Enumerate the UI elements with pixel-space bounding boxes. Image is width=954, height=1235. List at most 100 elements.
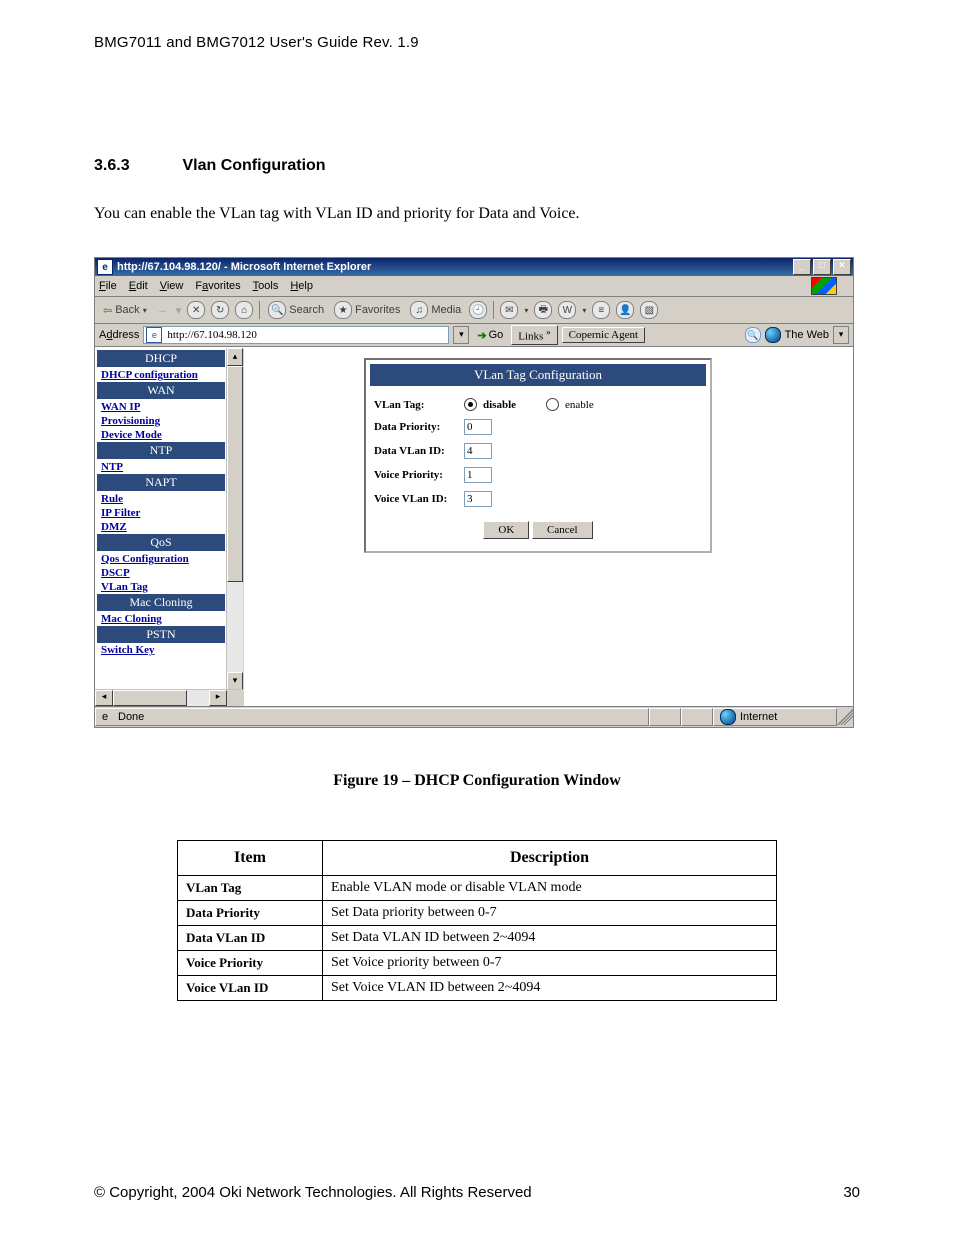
cell-item: VLan Tag — [178, 876, 323, 901]
search-icon: 🔍 — [268, 301, 286, 319]
th-item: Item — [178, 841, 323, 876]
forward-button[interactable]: → — [155, 304, 170, 316]
nav-header: PSTN — [97, 626, 225, 643]
status-done: Done — [118, 711, 144, 723]
media-icon: ♫ — [410, 301, 428, 319]
scroll-thumb[interactable] — [227, 366, 243, 582]
mail-icon[interactable]: ✉ — [500, 301, 518, 319]
row-data-priority: Data Priority: — [366, 415, 710, 439]
toolbar-separator — [493, 301, 494, 319]
input-data-priority[interactable] — [464, 419, 492, 435]
status-seg-empty — [681, 708, 713, 726]
menu-favorites[interactable]: Favorites — [195, 280, 240, 292]
cancel-button[interactable]: Cancel — [532, 521, 593, 539]
minimize-button[interactable]: _ — [793, 259, 811, 275]
edit-icon[interactable]: W — [558, 301, 576, 319]
maximize-button[interactable]: □ — [813, 259, 831, 275]
button-row: OK Cancel — [366, 521, 710, 539]
resize-grip-icon[interactable] — [837, 709, 853, 725]
page-icon: e — [146, 327, 162, 343]
table-row: Voice PrioritySet Voice priority between… — [178, 951, 777, 976]
nav-link[interactable]: WAN IP — [95, 400, 227, 414]
nav-header: DHCP — [97, 350, 225, 367]
label-data-vlan: Data VLan ID: — [374, 445, 458, 457]
history-icon[interactable]: 🕘 — [469, 301, 487, 319]
address-field-wrap[interactable]: e — [143, 326, 449, 344]
print-icon[interactable]: 🖶 — [534, 301, 552, 319]
menu-tools[interactable]: Tools — [253, 280, 279, 292]
favorites-button[interactable]: ★Favorites — [332, 301, 402, 319]
ok-button[interactable]: OK — [483, 521, 529, 539]
cell-item: Voice Priority — [178, 951, 323, 976]
input-data-vlan[interactable] — [464, 443, 492, 459]
figure-caption: Figure 19 – DHCP Configuration Window — [94, 772, 860, 790]
close-button[interactable]: × — [833, 259, 851, 275]
doc-header: BMG7011 and BMG7012 User's Guide Rev. 1.… — [94, 34, 860, 51]
main-pane: VLan Tag Configuration VLan Tag: disable… — [244, 348, 853, 706]
messenger-icon[interactable]: 👤 — [616, 301, 634, 319]
toolbar-separator — [259, 301, 260, 319]
theweb-dropdown[interactable]: ▾ — [833, 326, 849, 344]
scroll-down-icon[interactable]: ▾ — [227, 672, 243, 690]
menu-edit[interactable]: Edit — [129, 280, 148, 292]
scroll-left-icon[interactable]: ◂ — [95, 690, 113, 706]
radio-enable[interactable] — [546, 398, 559, 411]
label-voice-vlan: Voice VLan ID: — [374, 493, 458, 505]
nav-link[interactable]: DHCP configuration — [95, 368, 227, 382]
extra-icon[interactable]: ▧ — [640, 301, 658, 319]
favorites-icon: ★ — [334, 301, 352, 319]
menu-file[interactable]: File — [99, 280, 117, 292]
home-icon[interactable]: ⌂ — [235, 301, 253, 319]
nav-link[interactable]: VLan Tag — [95, 580, 227, 594]
windows-logo-icon — [811, 277, 837, 295]
theweb-label: The Web — [785, 329, 829, 341]
nav-header: NAPT — [97, 474, 225, 491]
scroll-right-icon[interactable]: ▸ — [209, 690, 227, 706]
input-voice-vlan[interactable] — [464, 491, 492, 507]
globe-icon — [720, 709, 736, 725]
scroll-track[interactable] — [113, 690, 209, 706]
go-button[interactable]: ➔Go — [473, 329, 507, 342]
scroll-corner — [227, 690, 243, 706]
media-button[interactable]: ♫Media — [408, 301, 463, 319]
title-bar: e http://67.104.98.120/ - Microsoft Inte… — [95, 258, 853, 276]
sidebar-hscrollbar[interactable]: ◂ ▸ — [95, 689, 243, 706]
address-bar: Address e ▾ ➔Go Links » Copernic Agent 🔍… — [95, 324, 853, 347]
go-icon: ➔ — [477, 329, 486, 342]
search-magnifier-icon[interactable]: 🔍 — [745, 327, 761, 343]
back-button[interactable]: ⇦Back▾ — [101, 304, 149, 317]
cell-description: Enable VLAN mode or disable VLAN mode — [323, 876, 777, 901]
discuss-icon[interactable]: ≡ — [592, 301, 610, 319]
nav-link[interactable]: Switch Key — [95, 643, 158, 656]
scroll-thumb[interactable] — [113, 690, 187, 706]
address-input[interactable] — [165, 328, 446, 342]
stop-icon[interactable]: ✕ — [187, 301, 205, 319]
radio-disable[interactable] — [464, 398, 477, 411]
menu-help[interactable]: Help — [290, 280, 313, 292]
scroll-up-icon[interactable]: ▴ — [227, 348, 243, 366]
row-vlan-tag: VLan Tag: disable enable — [366, 394, 710, 415]
links-button[interactable]: Links » — [511, 325, 557, 345]
nav-link[interactable]: Device Mode — [95, 428, 227, 442]
label-data-priority: Data Priority: — [374, 421, 458, 433]
address-dropdown[interactable]: ▾ — [453, 326, 469, 344]
nav-link[interactable]: DMZ — [95, 520, 227, 534]
refresh-icon[interactable]: ↻ — [211, 301, 229, 319]
th-description: Description — [323, 841, 777, 876]
copernic-button[interactable]: Copernic Agent — [562, 327, 645, 343]
search-button[interactable]: 🔍Search — [266, 301, 326, 319]
menu-view[interactable]: View — [160, 280, 184, 292]
nav-link[interactable]: Mac Cloning — [95, 612, 227, 626]
nav-link[interactable]: Rule — [95, 492, 227, 506]
globe-icon — [765, 327, 781, 343]
input-voice-priority[interactable] — [464, 467, 492, 483]
nav-link[interactable]: IP Filter — [95, 506, 227, 520]
nav-link[interactable]: DSCP — [95, 566, 227, 580]
scroll-track[interactable] — [227, 366, 243, 672]
sidebar-vscrollbar[interactable]: ▴ ▾ — [226, 348, 243, 690]
nav-link[interactable]: Qos Configuration — [95, 552, 227, 566]
section-heading: 3.6.3 Vlan Configuration — [94, 157, 860, 175]
nav-link[interactable]: Provisioning — [95, 414, 227, 428]
nav-link[interactable]: NTP — [95, 460, 227, 474]
section-number: 3.6.3 — [94, 157, 178, 175]
